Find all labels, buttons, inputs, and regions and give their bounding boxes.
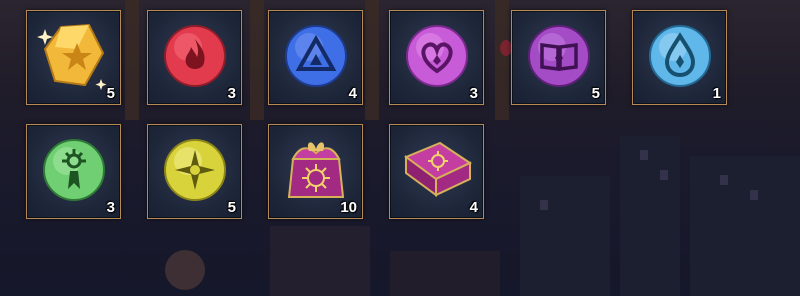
item-quantity: 10	[340, 199, 357, 216]
inventory-slot-gift-box[interactable]: 4	[389, 124, 484, 219]
window-light	[540, 200, 548, 210]
inventory-slot-heart-orb[interactable]: 3	[389, 10, 484, 105]
book-orb-icon	[528, 25, 590, 87]
building	[520, 176, 610, 296]
pagoda	[270, 226, 370, 296]
inventory-slot-water-drop-orb[interactable]: 1	[632, 10, 727, 105]
wooden-beam	[125, 0, 139, 120]
window-light	[660, 170, 668, 180]
gift-box-icon	[403, 141, 473, 197]
building	[390, 251, 500, 296]
inventory-slot-sun-figure-orb[interactable]: 3	[26, 124, 121, 219]
building	[690, 156, 800, 296]
wooden-beam	[250, 0, 264, 120]
item-quantity: 4	[348, 85, 357, 102]
triangle-orb-icon	[285, 25, 347, 87]
item-quantity: 3	[227, 85, 236, 102]
inventory-slot-compass-star-orb[interactable]: 5	[147, 124, 242, 219]
lucky-cat-figure	[165, 250, 205, 290]
item-quantity: 5	[591, 85, 600, 102]
heart-orb-icon	[406, 25, 468, 87]
item-quantity: 5	[227, 199, 236, 216]
item-quantity: 3	[469, 85, 478, 102]
item-quantity: 3	[106, 199, 115, 216]
fire-orb-icon	[164, 25, 226, 87]
item-quantity: 1	[712, 85, 721, 102]
item-quantity: 5	[106, 85, 115, 102]
gold-crystal-icon	[37, 23, 107, 90]
gift-bag-icon	[287, 142, 345, 198]
sun-figure-orb-icon	[43, 139, 105, 201]
compass-star-orb-icon	[164, 139, 226, 201]
window-light	[720, 175, 728, 185]
building	[620, 136, 680, 296]
window-light	[750, 190, 758, 200]
item-quantity: 4	[469, 199, 478, 216]
inventory-slot-book-orb[interactable]: 5	[511, 10, 606, 105]
inventory-slot-gold-crystal[interactable]: 5	[26, 10, 121, 105]
window-light	[640, 150, 648, 160]
inventory-slot-fire-orb[interactable]: 3	[147, 10, 242, 105]
water-drop-orb-icon	[649, 25, 711, 87]
inventory-slot-triangle-orb[interactable]: 4	[268, 10, 363, 105]
wooden-beam	[495, 0, 509, 120]
wooden-beam	[365, 0, 379, 120]
inventory-slot-gift-bag[interactable]: 10	[268, 124, 363, 219]
